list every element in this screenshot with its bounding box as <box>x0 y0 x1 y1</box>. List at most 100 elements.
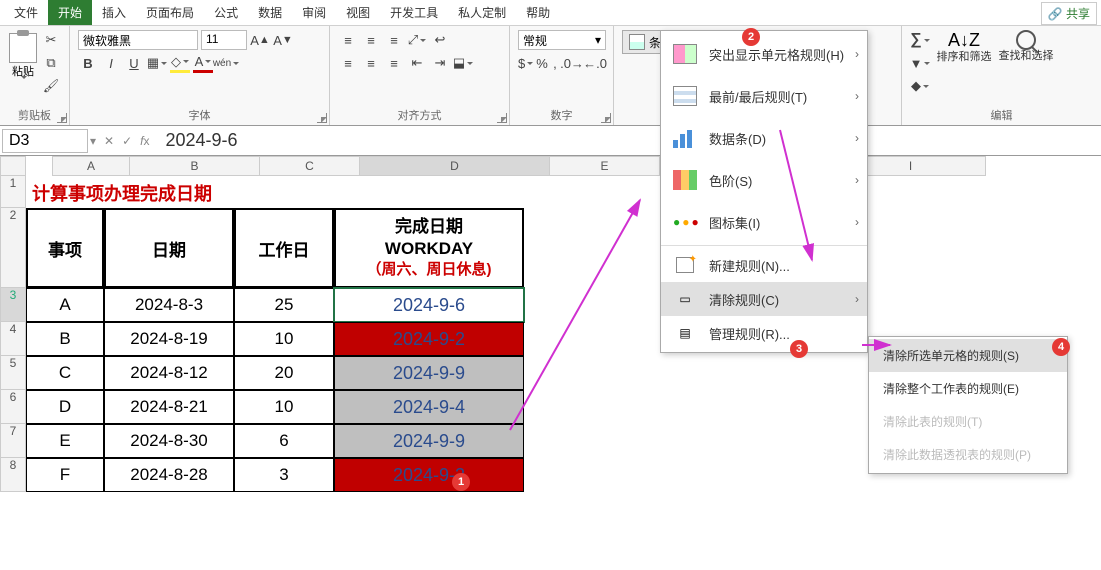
autosum-icon[interactable]: ∑ <box>910 30 930 50</box>
fill-icon[interactable]: ▼ <box>910 53 930 73</box>
format-painter-icon[interactable]: 🖌 <box>41 76 61 96</box>
font-name-select[interactable]: 微软雅黑 <box>78 30 198 50</box>
underline-icon[interactable]: U <box>124 53 144 73</box>
phonetic-icon[interactable]: wén <box>216 53 236 73</box>
align-launcher[interactable] <box>497 113 507 123</box>
menu-view[interactable]: 视图 <box>336 0 380 25</box>
inc-decimal-icon[interactable]: .0→ <box>562 53 582 73</box>
shrink-font-icon[interactable]: A▼ <box>273 30 293 50</box>
cell-D4[interactable]: 2024-9-2 <box>334 322 524 356</box>
cf-top-bottom-rules[interactable]: 最前/最后规则(T)› <box>661 75 867 117</box>
col-header-B[interactable]: B <box>130 156 260 176</box>
clear-icon[interactable]: ◆ <box>910 76 930 96</box>
bold-icon[interactable]: B <box>78 53 98 73</box>
cell-B8[interactable]: 2024-8-28 <box>104 458 234 492</box>
col-header-E[interactable]: E <box>550 156 660 176</box>
confirm-entry-icon[interactable]: ✓ <box>122 134 132 148</box>
menu-review[interactable]: 审阅 <box>292 0 336 25</box>
cell-B2[interactable]: 日期 <box>104 208 234 288</box>
cf-data-bars[interactable]: 数据条(D)› <box>661 117 867 159</box>
cf-clear-rules[interactable]: ▭ 清除规则(C)› <box>661 282 867 316</box>
orientation-icon[interactable]: ⤢ <box>407 30 427 50</box>
cell-B5[interactable]: 2024-8-12 <box>104 356 234 390</box>
cell-C2[interactable]: 工作日 <box>234 208 334 288</box>
border-icon[interactable]: ▦ <box>147 53 167 73</box>
row-header-5[interactable]: 5 <box>0 356 26 390</box>
cell-D6[interactable]: 2024-9-4 <box>334 390 524 424</box>
align-right-icon[interactable]: ≡ <box>384 53 404 73</box>
percent-icon[interactable]: % <box>536 53 548 73</box>
paste-button[interactable]: 粘贴 <box>8 33 38 93</box>
cell-C8[interactable]: 3 <box>234 458 334 492</box>
menu-dev[interactable]: 开发工具 <box>380 0 448 25</box>
cell-D3[interactable]: 2024-9-6 <box>334 288 524 322</box>
row-header-4[interactable]: 4 <box>0 322 26 356</box>
share-button[interactable]: 🔗 共享 <box>1041 2 1097 25</box>
cell-B7[interactable]: 2024-8-30 <box>104 424 234 458</box>
row-header-7[interactable]: 7 <box>0 424 26 458</box>
menu-layout[interactable]: 页面布局 <box>136 0 204 25</box>
wrap-text-icon[interactable]: ↩ <box>430 30 450 50</box>
merge-icon[interactable]: ⬓ <box>453 53 473 73</box>
currency-icon[interactable]: $ <box>518 53 533 73</box>
cell-A4[interactable]: B <box>26 322 104 356</box>
row-header-8[interactable]: 8 <box>0 458 26 492</box>
number-launcher[interactable] <box>601 113 611 123</box>
menu-insert[interactable]: 插入 <box>92 0 136 25</box>
align-bottom-icon[interactable]: ≡ <box>384 30 404 50</box>
cell-A1[interactable]: 计算事项办理完成日期 <box>26 176 524 208</box>
align-center-icon[interactable]: ≡ <box>361 53 381 73</box>
cell-C4[interactable]: 10 <box>234 322 334 356</box>
cf-manage-rules[interactable]: ▤ 管理规则(R)... <box>661 316 867 350</box>
cell-A8[interactable]: F <box>26 458 104 492</box>
cut-icon[interactable]: ✂ <box>41 30 61 50</box>
number-format-select[interactable]: 常规▾ <box>518 30 606 50</box>
align-left-icon[interactable]: ≡ <box>338 53 358 73</box>
indent-inc-icon[interactable]: ⇥ <box>430 53 450 73</box>
align-middle-icon[interactable]: ≡ <box>361 30 381 50</box>
cf-new-rule[interactable]: 新建规则(N)... <box>661 248 867 282</box>
name-box[interactable]: D3 <box>2 129 88 153</box>
row-header-2[interactable]: 2 <box>0 208 26 288</box>
cell-D8[interactable]: 2024-9-2 <box>334 458 524 492</box>
cell-B6[interactable]: 2024-8-21 <box>104 390 234 424</box>
cf-highlight-rules[interactable]: 突出显示单元格规则(H)› <box>661 33 867 75</box>
fx-icon[interactable]: fx <box>140 134 149 148</box>
clear-selected-cells-rules[interactable]: 清除所选单元格的规则(S) <box>869 339 1067 372</box>
row-header-3[interactable]: 3 <box>0 288 26 322</box>
menu-home[interactable]: 开始 <box>48 0 92 25</box>
copy-icon[interactable]: ⧉ <box>41 53 61 73</box>
cell-D7[interactable]: 2024-9-9 <box>334 424 524 458</box>
menu-formula[interactable]: 公式 <box>204 0 248 25</box>
font-launcher[interactable] <box>317 113 327 123</box>
row-header-6[interactable]: 6 <box>0 390 26 424</box>
cell-C3[interactable]: 25 <box>234 288 334 322</box>
menu-file[interactable]: 文件 <box>4 0 48 25</box>
clear-sheet-rules[interactable]: 清除整个工作表的规则(E) <box>869 372 1067 405</box>
comma-icon[interactable]: , <box>551 53 559 73</box>
select-all-button[interactable] <box>0 156 26 176</box>
cell-D2[interactable]: 完成日期 WORKDAY （周六、周日休息) <box>334 208 524 288</box>
indent-dec-icon[interactable]: ⇤ <box>407 53 427 73</box>
menu-data[interactable]: 数据 <box>248 0 292 25</box>
menu-custom[interactable]: 私人定制 <box>448 0 516 25</box>
dec-decimal-icon[interactable]: ←.0 <box>585 53 605 73</box>
clipboard-launcher[interactable] <box>57 113 67 123</box>
formula-input[interactable]: 2024-9-6 <box>158 128 1101 153</box>
find-select-button[interactable]: 查找和选择 <box>998 30 1054 62</box>
cell-B4[interactable]: 2024-8-19 <box>104 322 234 356</box>
menu-help[interactable]: 帮助 <box>516 0 560 25</box>
sort-filter-button[interactable]: A↓Z 排序和筛选 <box>936 30 992 63</box>
cell-A3[interactable]: A <box>26 288 104 322</box>
cell-A7[interactable]: E <box>26 424 104 458</box>
col-header-A[interactable]: A <box>52 156 130 176</box>
cell-A2[interactable]: 事项 <box>26 208 104 288</box>
cell-C5[interactable]: 20 <box>234 356 334 390</box>
align-top-icon[interactable]: ≡ <box>338 30 358 50</box>
col-header-D[interactable]: D <box>360 156 550 176</box>
font-size-select[interactable]: 11 <box>201 30 247 50</box>
cancel-entry-icon[interactable]: ✕ <box>104 134 114 148</box>
cell-D5[interactable]: 2024-9-9 <box>334 356 524 390</box>
italic-icon[interactable]: I <box>101 53 121 73</box>
grow-font-icon[interactable]: A▲ <box>250 30 270 50</box>
